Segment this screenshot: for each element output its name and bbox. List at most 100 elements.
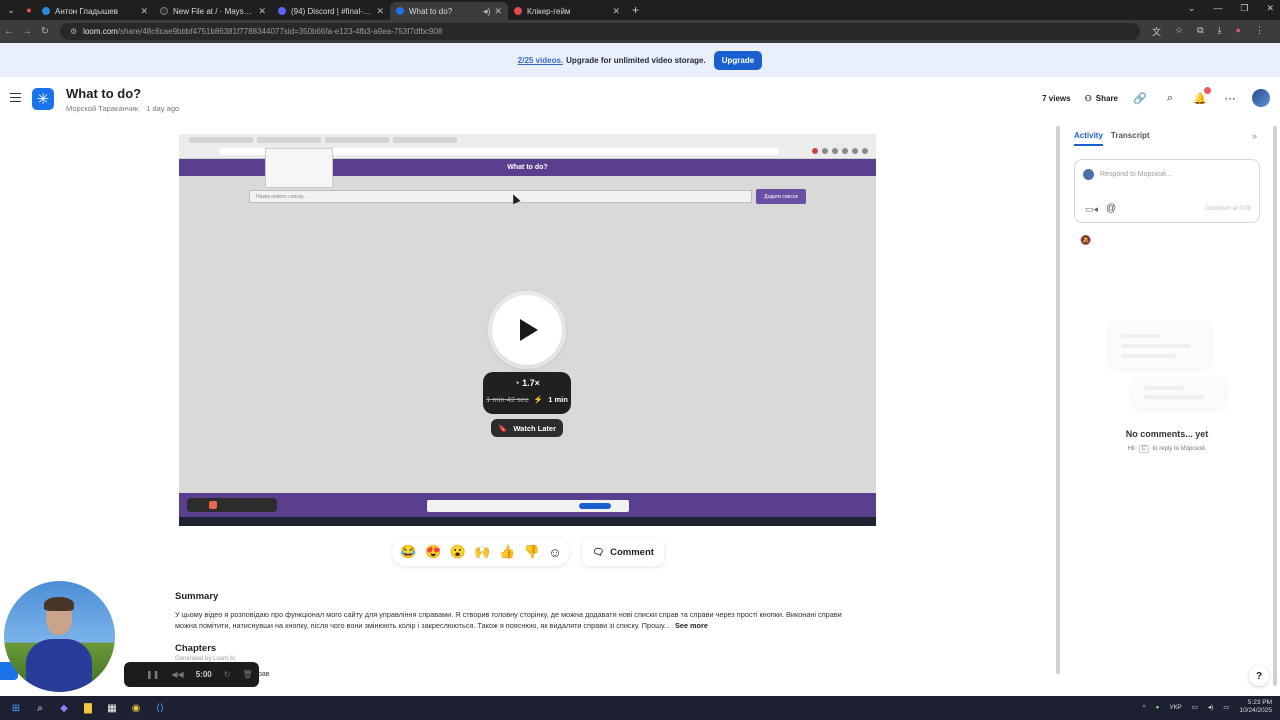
tab-search-icon[interactable]: ⌄ bbox=[4, 3, 18, 17]
site-info-icon[interactable]: ⚙ bbox=[70, 27, 77, 36]
video-camera-icon[interactable]: ▭◂ bbox=[1085, 204, 1098, 215]
help-button[interactable]: ? bbox=[1249, 666, 1269, 686]
notifications-off-icon[interactable]: 🔕 bbox=[1080, 235, 1091, 246]
more-options-icon[interactable]: ⋯ bbox=[1222, 90, 1238, 106]
pause-icon[interactable]: ❚❚ bbox=[146, 670, 159, 679]
bookmark-star-icon[interactable]: ☆ bbox=[1175, 25, 1183, 38]
see-more-link[interactable]: See more bbox=[675, 621, 708, 630]
video-meta: Морской Тараканчик 1 day ago bbox=[66, 104, 179, 113]
new-tab-icon[interactable]: + bbox=[632, 3, 639, 17]
extensions-icon[interactable]: ⧉ bbox=[1197, 25, 1203, 38]
microphone-icon[interactable]: ● bbox=[1156, 704, 1160, 711]
tab-favicon-icon bbox=[514, 7, 522, 15]
reaction-wow-icon[interactable]: 😮 bbox=[450, 544, 466, 560]
tab-title: Антон Гладышев bbox=[55, 6, 118, 16]
chrome-icon[interactable]: ◉ bbox=[129, 701, 143, 715]
browser-tab[interactable]: Клікер-гейм ✕ bbox=[508, 2, 626, 20]
views-count[interactable]: 7 views bbox=[1042, 94, 1070, 103]
browser-tab[interactable]: New File at / · Mayschy/fruit-cli ✕ bbox=[154, 2, 272, 20]
tab-title: New File at / · Mayschy/fruit-cli bbox=[173, 6, 254, 16]
close-tab-icon[interactable]: ✕ bbox=[376, 6, 384, 17]
tab-transcript[interactable]: Transcript bbox=[1111, 131, 1150, 146]
reload-icon[interactable]: ↻ bbox=[36, 26, 54, 37]
chevron-up-icon[interactable]: ^ bbox=[1142, 704, 1145, 711]
trash-icon[interactable]: 🗑 bbox=[242, 670, 252, 679]
chapter-item[interactable]: рав bbox=[258, 671, 270, 678]
close-tab-icon[interactable]: ✕ bbox=[494, 6, 502, 17]
watch-later-button[interactable]: 🔖 Watch Later bbox=[491, 419, 563, 437]
reaction-raised-hands-icon[interactable]: 🙌 bbox=[474, 544, 490, 560]
vscode-icon[interactable]: ⟨⟩ bbox=[153, 701, 167, 715]
download-icon[interactable]: ⤓ bbox=[1218, 25, 1222, 38]
notification-bell-icon[interactable]: 🔔 bbox=[1192, 87, 1211, 106]
file-explorer-icon[interactable]: ▇ bbox=[81, 701, 95, 715]
page-scrollbar[interactable] bbox=[1273, 126, 1277, 686]
windows-start-icon[interactable]: ⊞ bbox=[9, 701, 23, 715]
reaction-thumbs-down-icon[interactable]: 👎 bbox=[524, 544, 540, 560]
clock[interactable]: 5:23 PM 10/24/2025 bbox=[1239, 699, 1272, 715]
add-reaction-icon[interactable]: ☺ bbox=[548, 545, 561, 560]
webcam-bubble[interactable] bbox=[4, 581, 115, 692]
copilot-icon[interactable]: ◆ bbox=[57, 701, 71, 715]
minimize-icon[interactable]: — bbox=[1213, 3, 1222, 14]
browser-tab[interactable]: Антон Гладышев ✕ bbox=[36, 2, 154, 20]
play-button[interactable] bbox=[492, 295, 562, 365]
author-name[interactable]: Морской Тараканчик bbox=[66, 104, 138, 113]
profile-avatar-icon[interactable]: ● bbox=[1236, 25, 1241, 38]
rewind-icon[interactable]: ◀◀ bbox=[171, 670, 183, 679]
collapse-panel-icon[interactable]: » bbox=[1252, 131, 1257, 141]
maximize-icon[interactable]: ❐ bbox=[1240, 3, 1248, 14]
reaction-thumbs-up-icon[interactable]: 👍 bbox=[499, 544, 515, 560]
store-icon[interactable]: ▦ bbox=[105, 701, 119, 715]
speed-row: ◔ 1.7× bbox=[483, 378, 571, 388]
tab-favicon-icon bbox=[42, 7, 50, 15]
notification-badge bbox=[1204, 87, 1211, 94]
search-icon[interactable]: ⌕ bbox=[1162, 90, 1178, 106]
tab-favicon-icon bbox=[278, 7, 286, 15]
tab-activity[interactable]: Activity bbox=[1074, 131, 1103, 146]
comment-at-timestamp[interactable]: Comment at 0:00 bbox=[1205, 206, 1251, 212]
upgrade-button[interactable]: Upgrade bbox=[713, 50, 763, 70]
comment-input-box[interactable]: Respond to Морской... ▭◂ @ Comment at 0:… bbox=[1074, 159, 1260, 223]
share-button[interactable]: ⚇ Share bbox=[1085, 94, 1118, 103]
profile-icon[interactable]: ● bbox=[22, 3, 36, 17]
close-window-icon[interactable]: ✕ bbox=[1266, 3, 1274, 14]
reaction-laugh-icon[interactable]: 😂 bbox=[400, 544, 416, 560]
main-scrollbar[interactable] bbox=[1056, 126, 1060, 674]
restart-icon[interactable]: ↻ bbox=[224, 670, 231, 679]
comment-button[interactable]: 🗨 Comment bbox=[582, 538, 664, 566]
tab-list-icon[interactable]: ⌄ bbox=[1188, 3, 1196, 14]
user-avatar[interactable] bbox=[1252, 89, 1270, 107]
audio-icon[interactable]: ◂) bbox=[483, 6, 491, 17]
back-icon[interactable]: ← bbox=[0, 26, 18, 37]
menu-icon[interactable]: ⋮ bbox=[1255, 25, 1264, 38]
close-tab-icon[interactable]: ✕ bbox=[258, 6, 266, 17]
copy-link-icon[interactable]: 🔗 bbox=[1132, 90, 1148, 106]
url-host: loom.com bbox=[83, 27, 118, 36]
translate-icon[interactable]: 文 bbox=[1152, 25, 1161, 38]
video-count-link[interactable]: 2/25 videos. bbox=[518, 56, 563, 65]
browser-tab[interactable]: (94) Discord | #final-project | U ✕ bbox=[272, 2, 390, 20]
play-icon bbox=[520, 319, 538, 341]
reaction-love-icon[interactable]: 😍 bbox=[425, 544, 441, 560]
browser-tab-active[interactable]: What to do? ◂) ✕ bbox=[390, 2, 508, 20]
recording-controls: ❚❚ ◀◀ 5:00 ↻ 🗑 bbox=[124, 662, 259, 687]
network-icon[interactable]: ▭ bbox=[1192, 703, 1198, 711]
hamburger-menu-icon[interactable] bbox=[10, 93, 21, 102]
video-title[interactable]: What to do? bbox=[66, 86, 141, 101]
close-tab-icon[interactable]: ✕ bbox=[612, 6, 620, 17]
summary-text-block: У цьому відео я розповідаю про функціона… bbox=[175, 609, 855, 631]
video-player[interactable]: What to do? Назва нового списку... Додат… bbox=[179, 134, 876, 526]
original-duration: 1 min 42 sec bbox=[486, 395, 529, 404]
close-tab-icon[interactable]: ✕ bbox=[140, 6, 148, 17]
language-indicator[interactable]: УКР bbox=[1169, 704, 1181, 711]
battery-icon[interactable]: ▭ bbox=[1223, 703, 1229, 711]
volume-icon[interactable]: ◂) bbox=[1208, 703, 1213, 711]
mention-icon[interactable]: @ bbox=[1106, 203, 1116, 214]
speed-indicator[interactable]: ◔ 1.7× 1 min 42 sec ⚡ 1 min bbox=[483, 372, 571, 414]
video-notice bbox=[427, 500, 629, 512]
forward-icon[interactable]: → bbox=[18, 26, 36, 37]
search-icon[interactable]: ⌕ bbox=[33, 701, 47, 715]
loom-logo[interactable]: ✳ bbox=[32, 88, 54, 110]
url-field[interactable]: ⚙ loom.com /share/48c6cae9bbbf4751b86381… bbox=[60, 23, 1140, 40]
